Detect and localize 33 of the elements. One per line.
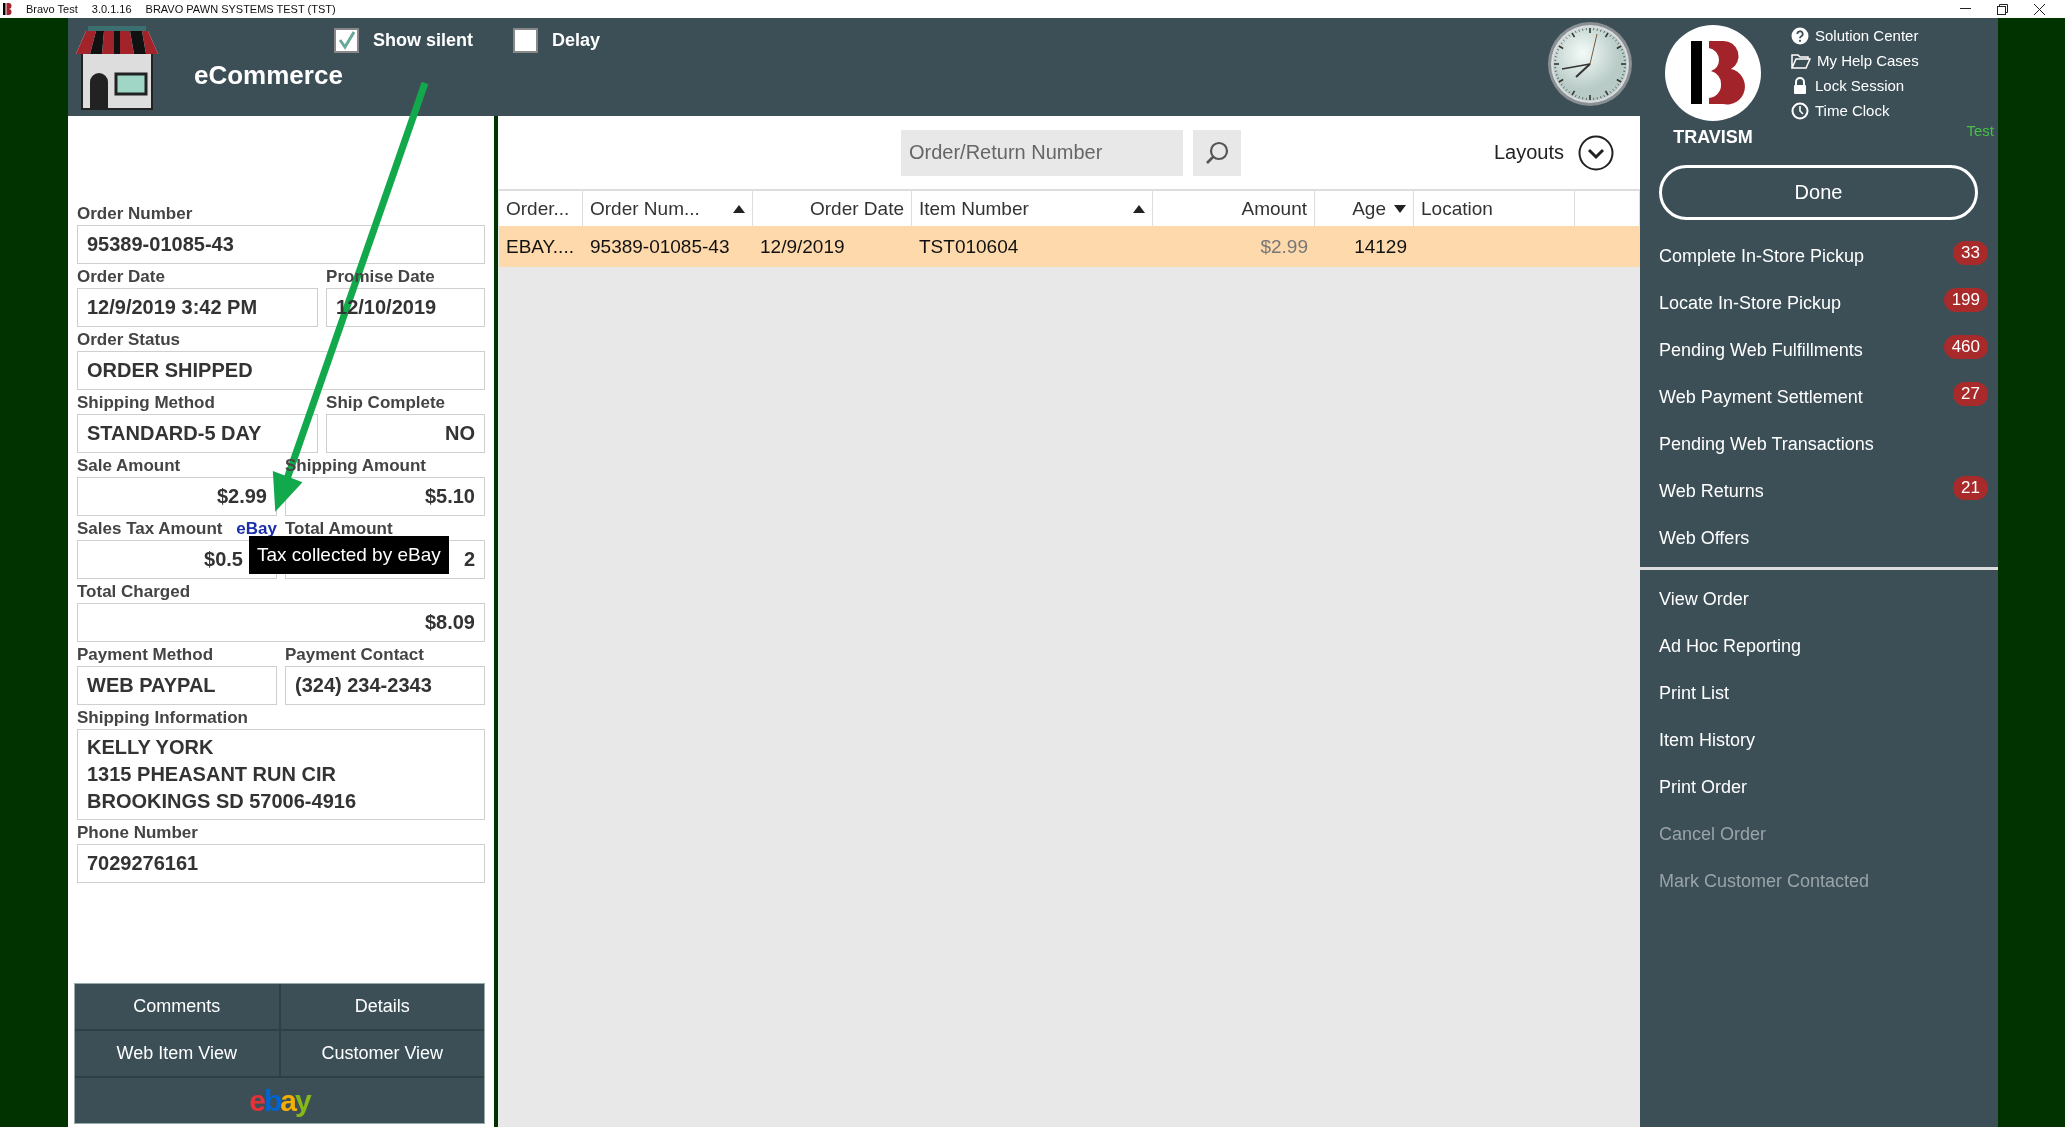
field-label: Sales Tax Amount (77, 519, 223, 539)
tooltip: Tax collected by eBay (249, 536, 449, 574)
field-label: Sale Amount (77, 456, 181, 476)
menu-item-label: Web Returns (1659, 481, 1764, 502)
field-label: Phone Number (77, 823, 198, 843)
environment-label: Test (1966, 122, 1994, 139)
field-label: Total Charged (77, 582, 191, 602)
menu-item-label: Pending Web Fulfillments (1659, 340, 1863, 361)
menu-item-label: Complete In-Store Pickup (1659, 246, 1865, 267)
field-label: Payment Method (77, 645, 214, 665)
field-label: Order Date (77, 267, 165, 287)
page-title: eCommerce (194, 60, 344, 91)
company-name: BRAVO PAWN SYSTEMS TEST (TST) (145, 3, 336, 15)
field-label: Shipping Information (77, 708, 248, 728)
menu-item-label: Web Offers (1659, 528, 1750, 549)
menu-item-label: Locate In-Store Pickup (1659, 293, 1842, 314)
menu-item-label: Pending Web Transactions (1659, 434, 1874, 455)
menu-item-label: Web Payment Settlement (1659, 387, 1863, 408)
field-label: Shipping Method (77, 393, 215, 413)
app-name: Bravo Test (26, 3, 78, 15)
count-badge: 460 (1943, 334, 1988, 359)
field-label: Order Status (77, 330, 180, 350)
field-label: Payment Contact (285, 645, 424, 665)
count-badge: 21 (1953, 475, 1988, 500)
count-badge: 199 (1943, 287, 1988, 312)
count-badge: 33 (1953, 240, 1988, 265)
field-label: Ship Complete (326, 393, 446, 413)
field-label: Total Amount (285, 519, 393, 539)
count-badge: 27 (1953, 381, 1988, 406)
app-version: 3.0.1.16 (91, 3, 132, 15)
user-name: TRAVISM (1673, 127, 1753, 148)
field-label: Order Number (77, 204, 193, 224)
marketplace-tag: eBay (236, 519, 277, 539)
